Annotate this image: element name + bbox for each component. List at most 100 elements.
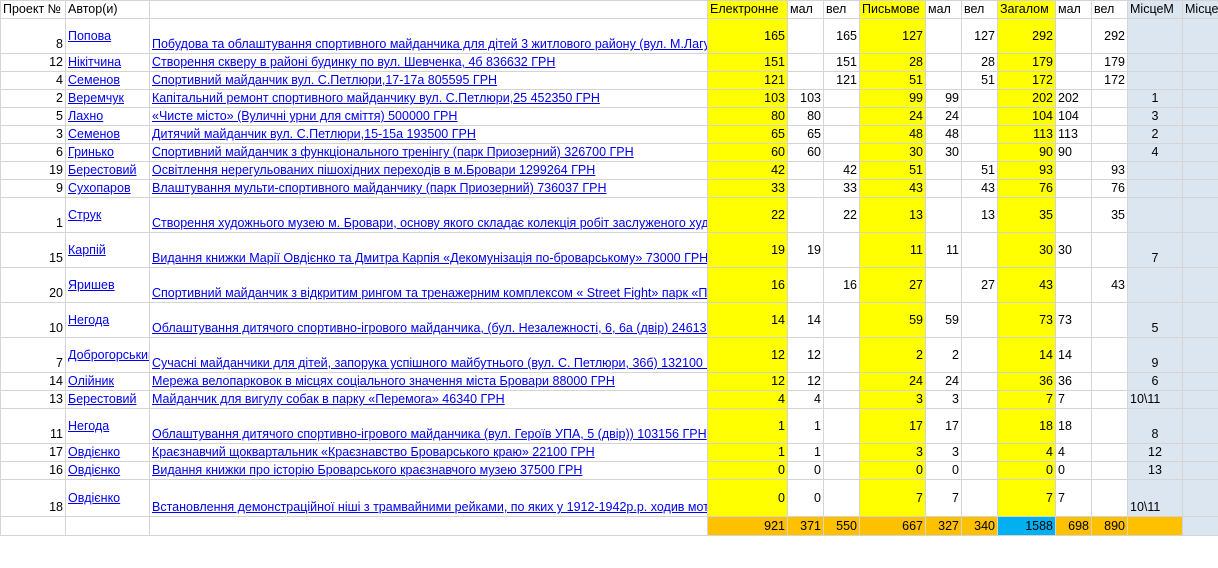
electronic-large-cell[interactable]: 16 <box>823 267 860 303</box>
written-small-cell[interactable] <box>925 267 962 303</box>
total-written-cell[interactable]: 667 <box>859 516 926 536</box>
total-cell[interactable]: 172 <box>997 71 1056 90</box>
written-cell[interactable]: 2 <box>859 337 926 373</box>
total-written-small-cell[interactable]: 327 <box>925 516 962 536</box>
total-small-cell[interactable]: 7 <box>1055 479 1092 517</box>
electronic-cell[interactable]: 14 <box>707 302 788 338</box>
electronic-large-cell[interactable] <box>823 89 860 108</box>
author-cell[interactable]: Берестовий <box>65 161 150 180</box>
project-name-cell[interactable]: Мережа велопарковок в місцях соціального… <box>149 372 708 391</box>
project-no-cell[interactable]: 9 <box>0 179 66 198</box>
project-link[interactable]: Встановлення демонстраційної ніші з трам… <box>152 500 707 514</box>
place-small-cell[interactable] <box>1127 53 1183 72</box>
total-large-cell[interactable]: 179 <box>1091 53 1128 72</box>
author-cell[interactable]: Олійник <box>65 372 150 391</box>
total-cell[interactable]: 113 <box>997 125 1056 144</box>
place-large-cell[interactable] <box>1182 390 1218 409</box>
total-large-cell[interactable] <box>1091 302 1128 338</box>
electronic-large-cell[interactable] <box>823 408 860 444</box>
author-link[interactable]: Олійник <box>68 374 114 388</box>
author-link[interactable]: Берестовий <box>68 392 136 406</box>
author-cell[interactable]: Струк <box>65 197 150 233</box>
written-large-cell[interactable] <box>961 479 998 517</box>
place-large-cell[interactable]: 1 <box>1182 18 1218 54</box>
total-cell[interactable]: 76 <box>997 179 1056 198</box>
total-cell[interactable]: 30 <box>997 232 1056 268</box>
place-large-cell[interactable] <box>1182 89 1218 108</box>
total-cell[interactable]: 35 <box>997 197 1056 233</box>
electronic-cell[interactable]: 121 <box>707 71 788 90</box>
total-cell[interactable]: 202 <box>997 89 1056 108</box>
project-name-cell[interactable]: Освітлення нерегульованих пішохідних пер… <box>149 161 708 180</box>
total-large-cell[interactable]: 76 <box>1091 179 1128 198</box>
total-small-cell[interactable] <box>1055 18 1092 54</box>
total-small-cell[interactable] <box>1055 197 1092 233</box>
project-link[interactable]: Створення художнього музею м. Бровари, о… <box>152 216 707 230</box>
total-cell[interactable]: 104 <box>997 107 1056 126</box>
author-cell[interactable]: Лахно <box>65 107 150 126</box>
electronic-large-cell[interactable]: 121 <box>823 71 860 90</box>
electronic-small-cell[interactable]: 0 <box>787 479 824 517</box>
total-cell[interactable]: 18 <box>997 408 1056 444</box>
project-link[interactable]: Дитячий майданчик вул. С.Петлюри,15-15а … <box>152 127 476 141</box>
total-large-cell[interactable] <box>1091 125 1128 144</box>
project-no-cell[interactable]: 14 <box>0 372 66 391</box>
electronic-large-cell[interactable] <box>823 302 860 338</box>
total-cell[interactable]: 93 <box>997 161 1056 180</box>
total-large-cell[interactable] <box>1091 461 1128 480</box>
electronic-small-cell[interactable] <box>787 179 824 198</box>
project-no-cell[interactable]: 13 <box>0 390 66 409</box>
written-cell[interactable]: 7 <box>859 479 926 517</box>
author-link[interactable]: Карпій <box>68 243 106 257</box>
header-cell-total-small[interactable]: мал <box>1055 0 1092 19</box>
total-small-cell[interactable]: 73 <box>1055 302 1092 338</box>
total-cell[interactable]: 73 <box>997 302 1056 338</box>
project-link[interactable]: Створення скверу в районі будинку по вул… <box>152 55 555 69</box>
written-large-cell[interactable]: 43 <box>961 179 998 198</box>
header-cell-electronic-large[interactable]: вел <box>823 0 860 19</box>
header-cell-written-large[interactable]: вел <box>961 0 998 19</box>
written-small-cell[interactable] <box>925 53 962 72</box>
total-small-cell[interactable]: 4 <box>1055 443 1092 462</box>
written-small-cell[interactable] <box>925 71 962 90</box>
author-link[interactable]: Веремчук <box>68 91 124 105</box>
written-small-cell[interactable]: 0 <box>925 461 962 480</box>
place-large-cell[interactable]: 6 <box>1182 197 1218 233</box>
project-name-cell[interactable]: Капітальний ремонт спортивного майданчик… <box>149 89 708 108</box>
author-cell[interactable]: Нікітчина <box>65 53 150 72</box>
project-no-cell[interactable]: 20 <box>0 267 66 303</box>
place-small-cell[interactable] <box>1127 18 1183 54</box>
header-cell-place-small[interactable]: МісцеМ <box>1127 0 1183 19</box>
total-cell[interactable]: 7 <box>997 390 1056 409</box>
place-large-cell[interactable] <box>1182 302 1218 338</box>
header-cell-electronic-small[interactable]: мал <box>787 0 824 19</box>
electronic-large-cell[interactable] <box>823 390 860 409</box>
project-name-cell[interactable]: Видання книжки Марії Овдієнко та Дмитра … <box>149 232 708 268</box>
written-large-cell[interactable]: 51 <box>961 71 998 90</box>
place-large-cell[interactable]: 4 <box>1182 161 1218 180</box>
author-link[interactable]: Овдієнко <box>68 491 120 505</box>
place-small-cell[interactable]: 2 <box>1127 125 1183 144</box>
electronic-small-cell[interactable]: 1 <box>787 408 824 444</box>
electronic-large-cell[interactable] <box>823 143 860 162</box>
total-cell[interactable]: 14 <box>997 337 1056 373</box>
total-large-cell[interactable] <box>1091 337 1128 373</box>
project-link[interactable]: Капітальний ремонт спортивного майданчик… <box>152 91 600 105</box>
total-large-cell[interactable]: 172 <box>1091 71 1128 90</box>
empty-total-cell-0[interactable] <box>0 516 66 536</box>
total-small-cell[interactable]: 18 <box>1055 408 1092 444</box>
empty-total-cell-1[interactable] <box>65 516 150 536</box>
author-cell[interactable]: Негода <box>65 408 150 444</box>
written-cell[interactable]: 59 <box>859 302 926 338</box>
place-small-cell[interactable] <box>1127 161 1183 180</box>
project-link[interactable]: Облаштування дитячого спортивно-ігрового… <box>152 427 707 441</box>
total-large-cell[interactable]: 35 <box>1091 197 1128 233</box>
written-large-cell[interactable]: 28 <box>961 53 998 72</box>
electronic-cell[interactable]: 4 <box>707 390 788 409</box>
total-cell[interactable]: 7 <box>997 479 1056 517</box>
header-cell-author[interactable]: Автор(и) <box>65 0 150 19</box>
author-link[interactable]: Доброгорський <box>68 348 149 362</box>
written-cell[interactable]: 43 <box>859 179 926 198</box>
place-small-cell[interactable]: 5 <box>1127 302 1183 338</box>
written-small-cell[interactable]: 17 <box>925 408 962 444</box>
